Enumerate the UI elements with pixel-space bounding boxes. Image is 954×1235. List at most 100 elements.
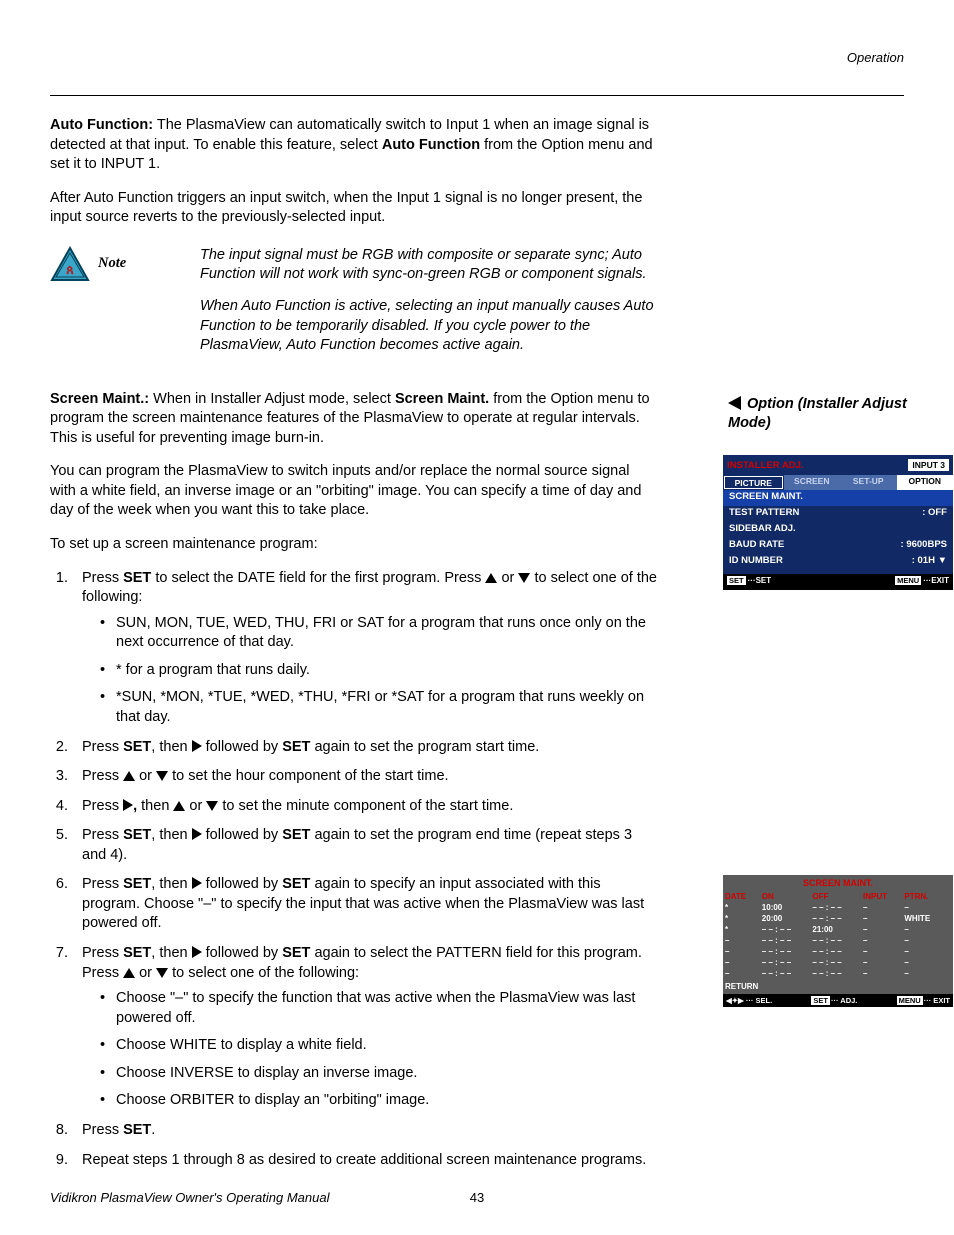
text: to set the minute component of the start…: [218, 798, 513, 814]
osd-footer-menu-pill: MENU: [895, 576, 921, 585]
td: – – : – –: [760, 946, 811, 957]
td: – – : – –: [810, 946, 861, 957]
step-4: Press , then or to set the minute compon…: [72, 797, 658, 817]
table-row: *– – : – –21:00––: [723, 924, 953, 935]
td: – – : – –: [810, 913, 861, 924]
right-arrow-icon: [192, 828, 202, 840]
td: –: [723, 957, 760, 968]
sub-item: Choose "–" to specify the function that …: [100, 989, 658, 1028]
text: When in Installer Adjust mode, select: [149, 391, 395, 407]
osd-tab-picture: PICTURE: [724, 476, 783, 489]
td: – – : – –: [760, 957, 811, 968]
osd-item-label: ID NUMBER: [729, 555, 783, 569]
right-arrow-icon: [192, 740, 202, 752]
th: PTRN.: [902, 891, 953, 902]
td: – – : – –: [810, 957, 861, 968]
return-cell: RETURN: [723, 979, 953, 994]
text: followed by: [202, 876, 283, 892]
td: *: [723, 924, 760, 935]
up-arrow-icon: [123, 771, 135, 781]
set-label: SET: [123, 739, 151, 755]
down-arrow-icon: [156, 968, 168, 978]
td: *: [723, 902, 760, 913]
step-6: Press SET, then followed by SET again to…: [72, 875, 658, 934]
osd-table-footer: ◀✦▶ ··· SEL. SET··· ADJ. MENU··· EXIT: [723, 994, 953, 1007]
td: –: [902, 957, 953, 968]
up-arrow-icon: [173, 801, 185, 811]
main-column: Auto Function: The PlasmaView can automa…: [50, 116, 658, 1170]
screen-maint-bold: Screen Maint.: [395, 391, 489, 407]
text: Press: [82, 1122, 123, 1138]
side-heading-text: Option (Installer Adjust Mode): [728, 396, 907, 431]
table-row: –– – : – –– – : – –––: [723, 968, 953, 979]
td: *: [723, 913, 760, 924]
page-footer: Vidikron PlasmaView Owner's Operating Ma…: [50, 1190, 904, 1205]
th: ON: [760, 891, 811, 902]
note-label: Note: [98, 255, 126, 272]
set-label: SET: [282, 739, 310, 755]
text: Press: [82, 827, 123, 843]
td: –: [902, 902, 953, 913]
osd-footer-exit-text: ···EXIT: [923, 576, 949, 585]
osd-item-label: SCREEN MAINT.: [729, 491, 803, 505]
td: –: [902, 924, 953, 935]
text: to set the hour component of the start t…: [168, 768, 448, 784]
text: or: [185, 798, 206, 814]
para-after: After Auto Function triggers an input sw…: [50, 189, 658, 228]
set-label: SET: [123, 827, 151, 843]
text: Press: [82, 798, 123, 814]
footer-exit-text: ··· EXIT: [924, 996, 950, 1005]
text: to select the DATE field for the first p…: [151, 570, 485, 586]
sub-item: Choose INVERSE to display an inverse ima…: [100, 1064, 658, 1084]
td: –: [861, 935, 902, 946]
osd-item-value: : 9600BPS: [901, 539, 947, 553]
table-row: –– – : – –– – : – –––: [723, 935, 953, 946]
osd-footer: SET···SET MENU···EXIT: [723, 574, 953, 590]
osd-tab-setup: SET-UP: [840, 475, 897, 490]
osd-item: SIDEBAR ADJ.: [723, 522, 953, 538]
th: DATE: [723, 891, 760, 902]
warning-icon: ጰ: [50, 246, 90, 282]
text: to select one of the following:: [168, 965, 359, 981]
set-label: SET: [282, 827, 310, 843]
set-label: SET: [282, 945, 310, 961]
note-block: ጰ Note The input signal must be RGB with…: [50, 246, 658, 368]
td: –: [723, 935, 760, 946]
sub-item: * for a program that runs daily.: [100, 661, 658, 681]
text: , then: [151, 945, 191, 961]
right-arrow-icon: [192, 946, 202, 958]
text: , then: [151, 827, 191, 843]
osd-item: SCREEN MAINT.: [723, 490, 953, 506]
osd-item: BAUD RATE: 9600BPS: [723, 538, 953, 554]
step7-sublist: Choose "–" to specify the function that …: [82, 989, 658, 1111]
td: –: [861, 968, 902, 979]
text: , then: [151, 739, 191, 755]
right-arrow-icon: [192, 877, 202, 889]
table-row: *20:00– – : – ––WHITE: [723, 913, 953, 924]
auto-function-lead: Auto Function:: [50, 117, 153, 133]
osd-item-label: TEST PATTERN: [729, 507, 799, 521]
td: –: [902, 968, 953, 979]
footer-set-pill: SET: [811, 996, 830, 1005]
text: again to set the program start time.: [310, 739, 539, 755]
td: – – : – –: [760, 935, 811, 946]
text: then: [141, 798, 173, 814]
steps-list: Press SET to select the DATE field for t…: [50, 569, 658, 1171]
set-label: SET: [123, 876, 151, 892]
page-number: 43: [470, 1190, 484, 1205]
osd-tab-option: OPTION: [897, 475, 954, 490]
osd-table-title: SCREEN MAINT.: [723, 875, 953, 891]
text: Press: [82, 945, 123, 961]
td: – – : – –: [810, 902, 861, 913]
step-9: Repeat steps 1 through 8 as desired to c…: [72, 1151, 658, 1171]
td: –: [861, 913, 902, 924]
osd-item: ID NUMBER: 01H ▼: [723, 554, 953, 570]
text: Press: [82, 876, 123, 892]
left-arrow-icon: [728, 396, 741, 410]
osd-tab-screen: SCREEN: [784, 475, 841, 490]
osd-table-grid: DATE ON OFF INPUT PTRN. *10:00– – : – ––…: [723, 891, 953, 994]
osd-title: INSTALLER ADJ.: [727, 460, 908, 471]
text: followed by: [202, 827, 283, 843]
td: – – : – –: [760, 924, 811, 935]
osd-input-badge: INPUT 3: [908, 459, 949, 471]
